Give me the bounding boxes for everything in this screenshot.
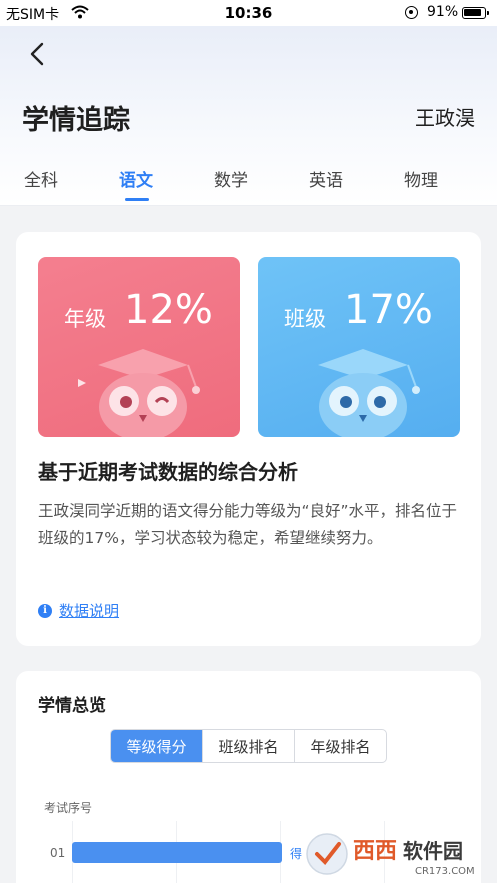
tab-chinese[interactable]: 语文	[119, 166, 153, 191]
svg-text:软件园: 软件园	[403, 839, 463, 863]
exam-index-label: 01	[50, 846, 66, 860]
header: 学情追踪 王政淏 全科 语文 数学 英语 物理	[0, 26, 497, 206]
analysis-text: 王政淏同学近期的语文得分能力等级为“良好”水平，排名位于班级的17%，学习状态较…	[38, 502, 458, 547]
grade-rank-tile: 年级 12%	[38, 257, 240, 437]
svg-text:CR173.COM: CR173.COM	[415, 866, 475, 877]
analysis-card: 年级 12% 班级 17% 基于近期考试数据的综合分析 王政淏同学近期的语文得分…	[16, 232, 481, 646]
class-rank-tile: 班级 17%	[258, 257, 460, 437]
metric-segmented-control: 等级得分 班级排名 年级排名	[110, 729, 387, 763]
segment-grade-rank[interactable]: 年级排名	[294, 730, 386, 762]
page-title: 学情追踪	[22, 105, 130, 136]
bar-value-label: 得	[290, 847, 303, 861]
student-name[interactable]: 王政淏	[415, 102, 475, 131]
axis-label: 考试序号	[44, 801, 93, 815]
data-note-label[interactable]: 数据说明	[59, 600, 119, 621]
tab-all-subjects[interactable]: 全科	[24, 166, 58, 191]
owl-mascot-icon	[78, 349, 200, 437]
back-button[interactable]	[22, 36, 52, 72]
battery-icon	[462, 7, 489, 19]
status-bar: 无SIM卡 10:36 91%	[0, 0, 497, 26]
watermark-logo: 西西 软件园 CR173.COM	[306, 833, 475, 877]
score-bar[interactable]	[72, 842, 282, 863]
tab-physics[interactable]: 物理	[404, 166, 438, 191]
svg-text:西西: 西西	[353, 839, 397, 864]
tab-english[interactable]: 英语	[309, 166, 343, 191]
clock: 10:36	[224, 4, 273, 22]
segment-level-score[interactable]: 等级得分	[111, 730, 202, 762]
battery-percent: 91%	[427, 4, 459, 20]
chevron-left-icon	[30, 42, 44, 66]
overview-title: 学情总览	[38, 696, 106, 716]
segment-class-rank[interactable]: 班级排名	[202, 730, 294, 762]
data-note-link[interactable]: i 数据说明	[38, 600, 119, 621]
active-tab-indicator	[125, 198, 149, 201]
subject-tabs: 全科 语文 数学 英语 物理	[0, 166, 497, 202]
rotation-lock-icon	[405, 6, 418, 19]
analysis-title: 基于近期考试数据的综合分析	[38, 460, 298, 484]
tab-math[interactable]: 数学	[214, 166, 248, 191]
info-icon: i	[38, 603, 52, 618]
owl-mascot-icon	[318, 349, 420, 437]
